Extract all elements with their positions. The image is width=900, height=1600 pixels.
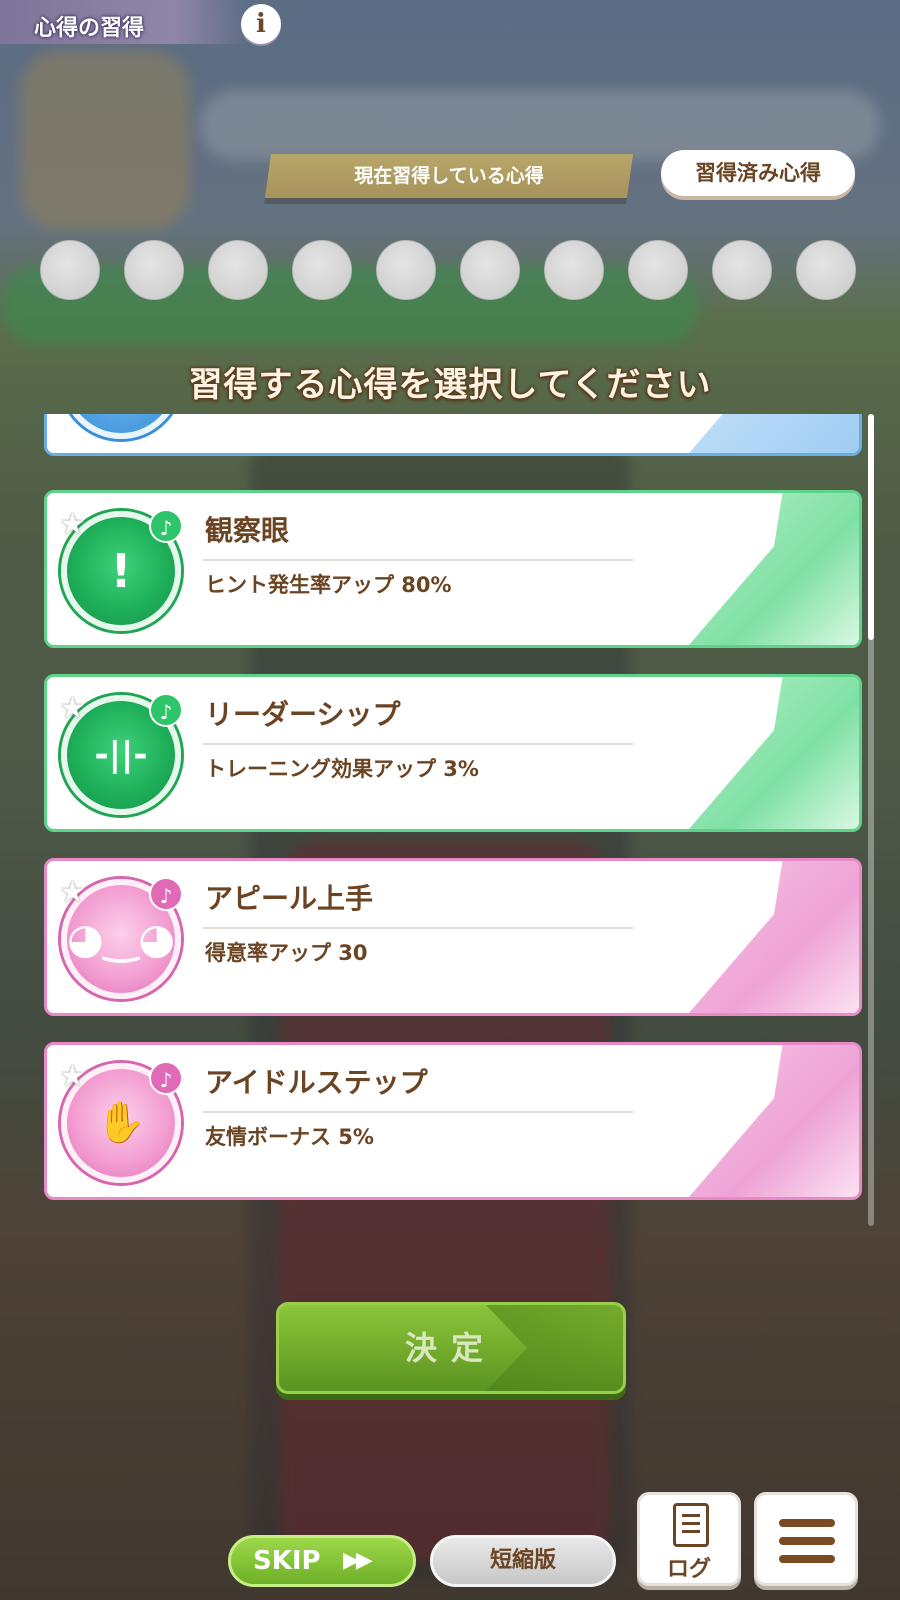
empty-slot <box>376 240 436 300</box>
fast-forward-icon: ▶▶ <box>343 1548 373 1573</box>
empty-slot <box>124 240 184 300</box>
title-bar: 心得の習得 <box>0 0 250 44</box>
badge-icon: ♪ <box>149 877 183 911</box>
menu-button[interactable] <box>754 1492 858 1586</box>
page-title: 心得の習得 <box>34 16 145 41</box>
hint-name: 観察眼 <box>205 514 290 547</box>
hint-effect: ヒント発生率アップ 80% <box>205 573 452 597</box>
hint-card[interactable]: ✋ ★ ♪ アイドルステップ 友情ボーナス 5% <box>44 1042 862 1200</box>
hint-exclamation-icon: ! ★ ♪ <box>59 507 183 631</box>
rabbit-icon: ◕‿◕ ★ ♪ <box>59 875 183 999</box>
empty-slot <box>460 240 520 300</box>
divider <box>203 927 633 929</box>
hint-slots <box>40 240 860 300</box>
card-decoration <box>689 414 859 453</box>
empty-slot <box>544 240 604 300</box>
hint-list[interactable]: ! ★ ♪ 観察眼 ヒント発生率アップ 80% -||- ★ ♪ リーダーシップ… <box>40 414 870 1214</box>
hint-card[interactable]: ! ★ ♪ 観察眼 ヒント発生率アップ 80% <box>44 490 862 648</box>
hint-effect: トレーニング効果アップ 3% <box>205 757 479 781</box>
badge-icon: ♪ <box>149 509 183 543</box>
star-icon: ★ <box>59 691 86 726</box>
selection-prompt: 習得する心得を選択してください <box>188 365 712 405</box>
card-decoration <box>689 861 859 1013</box>
info-button[interactable]: i <box>241 4 281 44</box>
divider <box>203 743 633 745</box>
star-icon: ★ <box>59 1059 86 1094</box>
scrollbar-thumb[interactable] <box>868 414 874 640</box>
divider <box>203 1111 633 1113</box>
divider <box>203 559 633 561</box>
log-document-icon <box>673 1503 709 1547</box>
log-button[interactable]: ログ <box>637 1492 741 1586</box>
short-version-button[interactable]: 短縮版 <box>430 1535 616 1587</box>
hint-effect: 友情ボーナス 5% <box>205 1125 374 1149</box>
empty-slot <box>628 240 688 300</box>
hint-card[interactable]: -||- ★ ♪ リーダーシップ トレーニング効果アップ 3% <box>44 674 862 832</box>
hint-name: リーダーシップ <box>205 698 401 731</box>
star-icon: ★ <box>59 507 86 542</box>
card-decoration <box>689 677 859 829</box>
badge-icon: ♪ <box>149 693 183 727</box>
log-label: ログ <box>666 1557 711 1582</box>
empty-slot <box>208 240 268 300</box>
hint-card-partial[interactable] <box>44 414 862 456</box>
learned-hints-button[interactable]: 習得済み心得 <box>661 150 855 196</box>
tab-current[interactable]: 現在習得している心得 <box>268 154 630 198</box>
hint-name: アイドルステップ <box>205 1066 428 1099</box>
card-decoration <box>689 493 859 645</box>
empty-slot <box>292 240 352 300</box>
hint-card[interactable]: ◕‿◕ ★ ♪ アピール上手 得意率アップ 30 <box>44 858 862 1016</box>
hint-icon <box>61 414 181 439</box>
hint-name: アピール上手 <box>205 882 374 915</box>
empty-slot <box>40 240 100 300</box>
empty-slot <box>712 240 772 300</box>
handshake-icon: ✋ ★ ♪ <box>59 1059 183 1183</box>
badge-icon: ♪ <box>149 1061 183 1095</box>
skip-button[interactable]: SKIP ▶▶ <box>228 1535 416 1587</box>
hint-effect: 得意率アップ 30 <box>205 941 368 965</box>
dumbbell-icon: -||- ★ ♪ <box>59 691 183 815</box>
star-icon: ★ <box>59 875 86 910</box>
skip-label: SKIP <box>253 1546 321 1576</box>
card-decoration <box>689 1045 859 1197</box>
empty-slot <box>796 240 856 300</box>
